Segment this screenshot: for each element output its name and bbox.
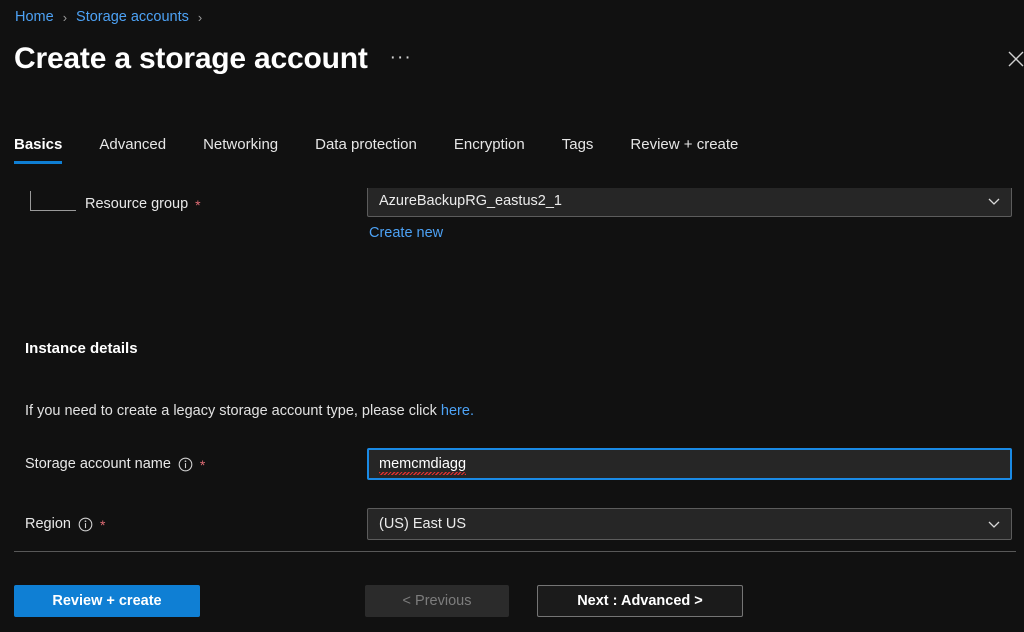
tab-encryption[interactable]: Encryption xyxy=(435,136,543,164)
region-label: Region * xyxy=(25,516,106,533)
previous-button[interactable]: < Previous xyxy=(365,585,509,617)
info-icon[interactable] xyxy=(178,457,193,472)
breadcrumb-item-storage-accounts[interactable]: Storage accounts xyxy=(76,9,189,25)
tab-advanced[interactable]: Advanced xyxy=(80,136,184,164)
storage-account-name-value: memcmdiagg xyxy=(379,456,467,475)
tab-networking[interactable]: Networking xyxy=(184,136,296,164)
next-advanced-button[interactable]: Next : Advanced > xyxy=(537,585,743,617)
legacy-note-text: If you need to create a legacy storage a… xyxy=(25,403,441,419)
chevron-down-icon xyxy=(986,516,1002,532)
tab-label: Encryption xyxy=(453,136,525,153)
region-value: (US) East US xyxy=(379,516,467,532)
required-indicator: * xyxy=(199,457,206,473)
resource-group-select[interactable]: AzureBackupRG_eastus2_1 xyxy=(367,188,1012,217)
required-indicator: * xyxy=(195,197,201,213)
info-icon[interactable] xyxy=(78,517,93,532)
tab-data-protection[interactable]: Data protection xyxy=(296,136,435,164)
tab-label: Tags xyxy=(561,136,594,153)
tab-tags[interactable]: Tags xyxy=(543,136,612,164)
tab-label: Review + create xyxy=(630,136,739,153)
breadcrumb-separator-icon: › xyxy=(197,9,203,25)
tab-bar: Basics Advanced Networking Data protecti… xyxy=(14,136,756,164)
tab-review-create[interactable]: Review + create xyxy=(611,136,756,164)
tab-label: Basics xyxy=(14,136,63,153)
chevron-down-icon xyxy=(986,193,1002,209)
resource-group-label: Resource group * xyxy=(85,196,201,213)
review-create-button[interactable]: Review + create xyxy=(14,585,200,617)
tab-label: Advanced xyxy=(99,136,167,153)
action-bar: Review + create < Previous Next : Advanc… xyxy=(0,585,1024,625)
tab-basics[interactable]: Basics xyxy=(14,136,80,164)
required-indicator: * xyxy=(99,517,106,533)
tab-label: Networking xyxy=(203,136,279,153)
resource-group-value: AzureBackupRG_eastus2_1 xyxy=(379,193,562,209)
footer-divider xyxy=(14,551,1016,552)
page-title-row: Create a storage account ··· xyxy=(14,42,412,76)
storage-account-name-input[interactable]: memcmdiagg xyxy=(367,448,1012,480)
create-new-resource-group-link[interactable]: Create new xyxy=(369,225,443,241)
form-scroll-area[interactable]: Resource group * AzureBackupRG_eastus2_1… xyxy=(0,188,1024,548)
breadcrumb-separator-icon: › xyxy=(62,9,68,25)
legacy-storage-here-link[interactable]: here. xyxy=(441,403,474,419)
more-options-button[interactable]: ··· xyxy=(390,48,412,67)
page-title: Create a storage account xyxy=(14,42,368,75)
storage-account-name-label: Storage account name * xyxy=(25,456,206,473)
legacy-storage-note: If you need to create a legacy storage a… xyxy=(25,403,474,419)
close-icon[interactable] xyxy=(1005,48,1024,70)
region-select[interactable]: (US) East US xyxy=(367,508,1012,540)
breadcrumb: Home › Storage accounts › xyxy=(15,5,202,29)
instance-details-heading: Instance details xyxy=(25,340,138,357)
tab-label: Data protection xyxy=(315,136,417,153)
tree-connector-line xyxy=(30,191,76,213)
breadcrumb-item-home[interactable]: Home xyxy=(15,9,54,25)
